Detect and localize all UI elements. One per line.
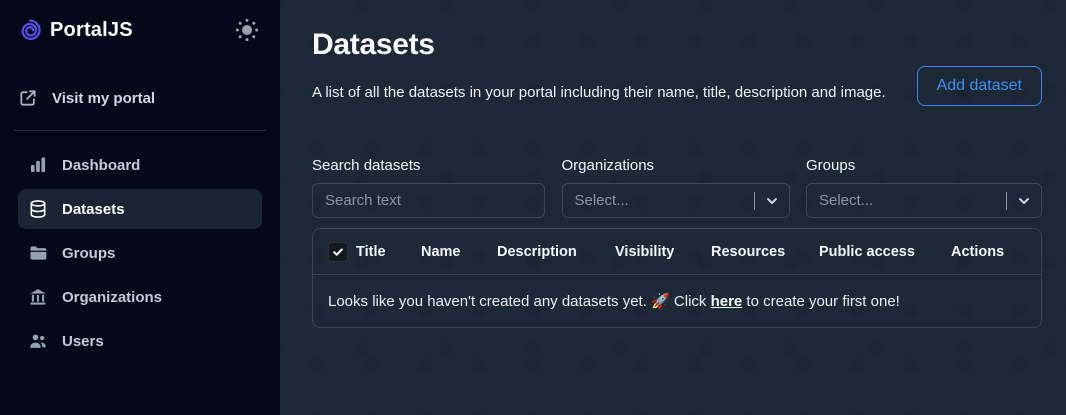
sidebar-item-label: Dashboard	[62, 156, 141, 174]
organizations-select-placeholder: Select...	[574, 192, 629, 209]
app-title: PortalJS	[50, 18, 133, 41]
groups-filter-label: Groups	[806, 157, 856, 174]
main-content: Datasets A list of all the datasets in y…	[280, 0, 1066, 415]
external-link-icon	[18, 88, 38, 108]
table-header-checkbox-cell	[313, 241, 356, 262]
column-header-actions[interactable]: Actions	[951, 244, 1041, 260]
folder-icon	[28, 243, 48, 263]
empty-state-row: Looks like you haven't created any datas…	[313, 275, 1041, 327]
visit-portal-label: Visit my portal	[52, 89, 156, 107]
users-icon	[28, 331, 48, 351]
sidebar-nav: Dashboard Datasets Groups Organizations …	[18, 145, 262, 361]
search-filter: Search datasets	[312, 157, 545, 218]
column-header-public-access[interactable]: Public access	[819, 244, 951, 260]
portaljs-logo-icon	[18, 18, 42, 42]
sidebar-divider	[14, 130, 266, 131]
app-window: PortalJS Visit my portal Dashboard Datas…	[0, 0, 1066, 415]
column-header-resources[interactable]: Resources	[711, 244, 819, 260]
groups-select[interactable]: Select...	[806, 183, 1042, 218]
organizations-filter-label: Organizations	[561, 157, 655, 174]
column-header-visibility[interactable]: Visibility	[615, 244, 711, 260]
chevron-down-icon	[1016, 193, 1032, 209]
add-dataset-button[interactable]: Add dataset	[916, 66, 1042, 106]
filters-bar: Search datasets Organizations Select... …	[312, 157, 1042, 218]
select-all-checkbox[interactable]	[328, 241, 348, 262]
sidebar-item-dashboard[interactable]: Dashboard	[18, 145, 262, 185]
brand: PortalJS	[18, 12, 262, 48]
sidebar-item-label: Users	[62, 332, 104, 350]
groups-select-placeholder: Select...	[819, 192, 874, 209]
organizations-select[interactable]: Select...	[561, 183, 790, 218]
column-header-title[interactable]: Title	[356, 244, 421, 260]
empty-state-text: Looks like you haven't created any datas…	[328, 293, 900, 310]
theme-toggle-button[interactable]	[232, 15, 262, 45]
bar-chart-icon	[28, 155, 48, 175]
visit-portal-link[interactable]: Visit my portal	[18, 88, 262, 108]
sidebar-item-organizations[interactable]: Organizations	[18, 277, 262, 317]
sidebar-item-label: Datasets	[62, 200, 125, 218]
database-icon	[28, 199, 48, 219]
sun-icon	[234, 17, 260, 43]
select-divider	[753, 191, 755, 210]
search-filter-label: Search datasets	[312, 157, 421, 174]
sidebar: PortalJS Visit my portal Dashboard Datas…	[0, 0, 280, 415]
bank-icon	[28, 287, 48, 307]
organizations-filter: Organizations Select...	[561, 157, 790, 218]
sidebar-item-users[interactable]: Users	[18, 321, 262, 361]
datasets-table: Title Name Description Visibility Resour…	[312, 228, 1042, 328]
select-divider	[1006, 191, 1007, 210]
chevron-down-icon	[764, 193, 780, 209]
create-first-dataset-link[interactable]: here	[711, 293, 743, 310]
search-input[interactable]	[312, 183, 545, 218]
page-title: Datasets	[312, 28, 435, 61]
sidebar-item-label: Groups	[62, 244, 116, 262]
sidebar-item-groups[interactable]: Groups	[18, 233, 262, 273]
table-header-row: Title Name Description Visibility Resour…	[313, 229, 1041, 275]
groups-filter: Groups Select...	[806, 157, 1042, 218]
sidebar-item-label: Organizations	[62, 288, 163, 306]
column-header-description[interactable]: Description	[497, 244, 615, 260]
sidebar-item-datasets[interactable]: Datasets	[18, 189, 262, 229]
check-icon	[332, 246, 344, 258]
column-header-name[interactable]: Name	[421, 244, 497, 260]
